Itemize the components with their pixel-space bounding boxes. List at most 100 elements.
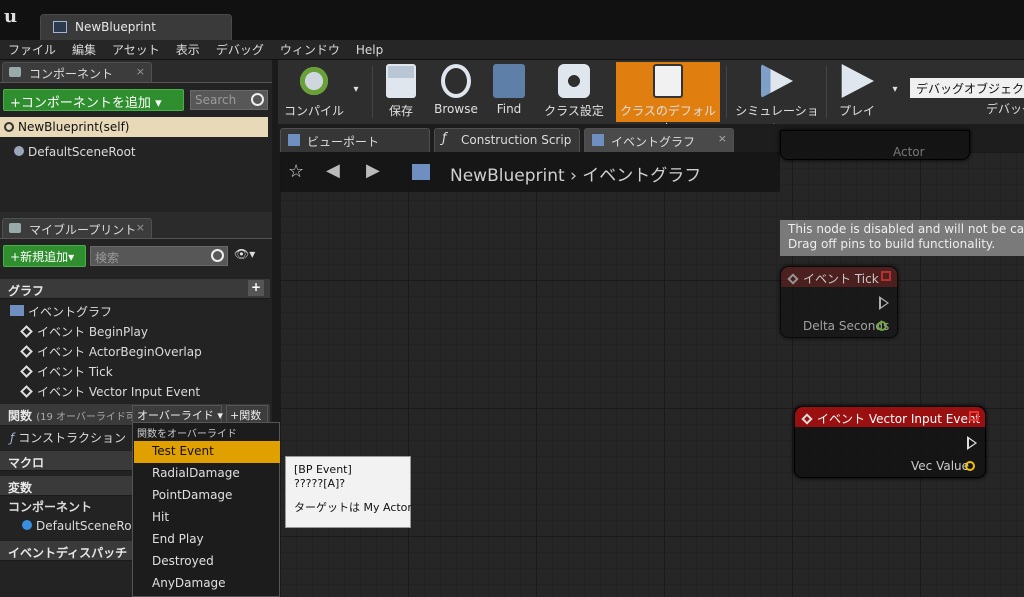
exec-output-pin-icon[interactable] bbox=[879, 296, 889, 310]
event-label: イベント ActorBeginOverlap bbox=[37, 345, 202, 359]
tab-construction-script-label: Construction Scrip bbox=[461, 133, 572, 147]
component-item-default-scene-root[interactable]: DefaultSceneRoot bbox=[14, 145, 136, 159]
partial-node-top[interactable]: Actor bbox=[780, 130, 970, 160]
event-vector-node-header: イベント Vector Input Event bbox=[795, 407, 985, 427]
event-diamond-icon bbox=[20, 325, 33, 338]
delegate-pin-icon[interactable] bbox=[969, 411, 979, 421]
component-item-self[interactable]: NewBlueprint(self) bbox=[0, 117, 268, 137]
construction-script-label: コンストラクション bbox=[18, 431, 126, 445]
bookmark-star-icon[interactable]: ☆ bbox=[288, 161, 304, 182]
event-vector-input-node[interactable]: イベント Vector Input Event Vec Value bbox=[794, 406, 986, 478]
event-item-vector-input[interactable]: イベント Vector Input Event bbox=[20, 383, 201, 400]
menu-file[interactable]: ファイル bbox=[0, 41, 64, 58]
breadcrumb-graph[interactable]: イベントグラフ bbox=[582, 166, 701, 186]
forward-arrow-icon[interactable]: ▶ bbox=[366, 160, 380, 181]
delegate-pin-icon[interactable] bbox=[881, 271, 891, 281]
override-option-destroyed[interactable]: Destroyed bbox=[134, 551, 280, 573]
event-label: イベント Tick bbox=[37, 365, 113, 379]
save-button[interactable]: 保存 bbox=[378, 62, 424, 122]
find-button[interactable]: Find bbox=[486, 62, 532, 122]
functions-header-label: 関数 bbox=[8, 409, 33, 423]
add-new-button[interactable]: +新規追加▾ bbox=[3, 245, 86, 267]
my-blueprint-tab[interactable]: マイブループリント × bbox=[2, 218, 152, 238]
breadcrumb: NewBlueprint › イベントグラフ bbox=[450, 161, 701, 186]
class-settings-gear-icon bbox=[558, 64, 590, 98]
disabled-message-line-1: This node is disabled and will not be ca… bbox=[788, 222, 1024, 236]
delta-seconds-pin-icon[interactable] bbox=[877, 321, 887, 331]
document-tab[interactable]: NewBlueprint bbox=[40, 14, 232, 40]
add-component-label: コンポーネントを追加 bbox=[20, 96, 151, 111]
menu-debug[interactable]: デバッグ bbox=[208, 41, 272, 58]
menu-edit[interactable]: 編集 bbox=[64, 41, 104, 58]
components-tab[interactable]: コンポーネント × bbox=[2, 62, 152, 82]
add-component-button[interactable]: +コンポーネントを追加 ▾ bbox=[3, 89, 184, 111]
tab-event-graph[interactable]: イベントグラフ × bbox=[584, 128, 734, 152]
add-graph-plus-icon[interactable]: + bbox=[248, 280, 264, 296]
vec-value-label: Vec Value bbox=[911, 459, 970, 473]
vec-value-pin-icon[interactable] bbox=[965, 461, 975, 471]
play-button[interactable]: プレイ bbox=[832, 62, 882, 122]
components-tab-icon bbox=[9, 67, 21, 77]
toolbar-separator bbox=[726, 66, 727, 118]
close-icon[interactable]: × bbox=[136, 221, 145, 234]
simulation-button[interactable]: シミュレーション bbox=[732, 62, 822, 135]
components-subcategory[interactable]: コンポーネント bbox=[8, 498, 92, 515]
find-label: Find bbox=[496, 102, 522, 116]
variable-default-scene-root[interactable]: DefaultSceneRo bbox=[22, 519, 132, 533]
macros-header-label: マクロ bbox=[8, 456, 45, 470]
menu-asset[interactable]: アセット bbox=[104, 41, 168, 58]
debug-object-value: デバッグオブジェクト bbox=[916, 82, 1024, 96]
compile-options-chevron-down-icon[interactable]: ▾ bbox=[348, 84, 364, 96]
graph-icon bbox=[10, 305, 24, 316]
override-option-point-damage[interactable]: PointDamage bbox=[134, 485, 280, 507]
variable-label: DefaultSceneRo bbox=[36, 519, 132, 533]
event-graph-item[interactable]: イベントグラフ bbox=[10, 303, 112, 320]
override-option-hit[interactable]: Hit bbox=[134, 507, 280, 529]
class-settings-button[interactable]: クラス設定 bbox=[542, 62, 606, 122]
my-blueprint-search-input[interactable]: 検索 bbox=[90, 246, 228, 266]
disabled-node-comment: This node is disabled and will not be ca… bbox=[780, 220, 1024, 256]
close-icon[interactable]: × bbox=[718, 132, 727, 145]
exec-output-pin-icon[interactable] bbox=[967, 436, 977, 450]
compile-label: コンパイル bbox=[283, 104, 344, 118]
event-item-beginplay[interactable]: イベント BeginPlay bbox=[20, 323, 148, 340]
event-item-tick[interactable]: イベント Tick bbox=[20, 363, 113, 380]
components-search-input[interactable]: Search bbox=[190, 90, 268, 110]
override-option-test-event[interactable]: Test Event bbox=[134, 441, 280, 463]
back-arrow-icon[interactable]: ◀ bbox=[326, 160, 340, 181]
play-icon bbox=[841, 64, 874, 98]
menu-help[interactable]: Help bbox=[348, 43, 391, 57]
title-bar: u NewBlueprint bbox=[0, 0, 1024, 40]
event-tick-node[interactable]: イベント Tick Delta Seconds bbox=[780, 266, 898, 338]
browse-button[interactable]: Browse bbox=[428, 62, 484, 122]
event-label: イベント Vector Input Event bbox=[37, 385, 201, 399]
my-blueprint-tab-label: マイブループリント bbox=[29, 223, 137, 237]
override-function-button[interactable]: オーバーライド ▾ bbox=[132, 405, 223, 423]
event-graph-canvas[interactable] bbox=[280, 152, 1024, 597]
construction-script-item[interactable]: ƒ コンストラクション bbox=[10, 429, 126, 446]
breadcrumb-blueprint[interactable]: NewBlueprint bbox=[450, 166, 565, 186]
play-options-chevron-down-icon[interactable]: ▾ bbox=[888, 84, 902, 96]
tab-viewport[interactable]: ビューポート bbox=[280, 128, 430, 152]
debug-object-select[interactable]: デバッグオブジェクト bbox=[910, 78, 1024, 98]
override-option-any-damage[interactable]: AnyDamage bbox=[134, 573, 280, 595]
compile-button[interactable]: コンパイル bbox=[282, 62, 346, 122]
tab-construction-script[interactable]: ƒ Construction Scrip bbox=[434, 128, 580, 152]
override-button-label: オーバーライド bbox=[137, 409, 214, 422]
close-icon[interactable]: × bbox=[136, 65, 145, 78]
menu-view[interactable]: 表示 bbox=[168, 41, 208, 58]
component-item-self-label: NewBlueprint(self) bbox=[18, 120, 130, 134]
toolbar-separator bbox=[826, 66, 827, 118]
add-function-button[interactable]: +関数 bbox=[226, 405, 268, 423]
override-option-radial-damage[interactable]: RadialDamage bbox=[134, 463, 280, 485]
components-panel: +コンポーネントを追加 ▾ Search NewBlueprint(self) … bbox=[0, 82, 272, 212]
menu-window[interactable]: ウィンドウ bbox=[272, 41, 348, 58]
viewport-icon bbox=[288, 134, 300, 146]
graph-section-header[interactable]: グラフ + bbox=[0, 279, 270, 299]
view-options-eye-icon[interactable]: 👁▾ bbox=[234, 247, 255, 261]
event-item-actor-begin-overlap[interactable]: イベント ActorBeginOverlap bbox=[20, 343, 202, 360]
override-option-end-play[interactable]: End Play bbox=[134, 529, 280, 551]
class-defaults-button[interactable]: クラスのデフォルト bbox=[616, 62, 720, 135]
components-search-placeholder: Search bbox=[195, 93, 237, 107]
event-vector-node-title: イベント Vector Input Event bbox=[817, 412, 981, 426]
